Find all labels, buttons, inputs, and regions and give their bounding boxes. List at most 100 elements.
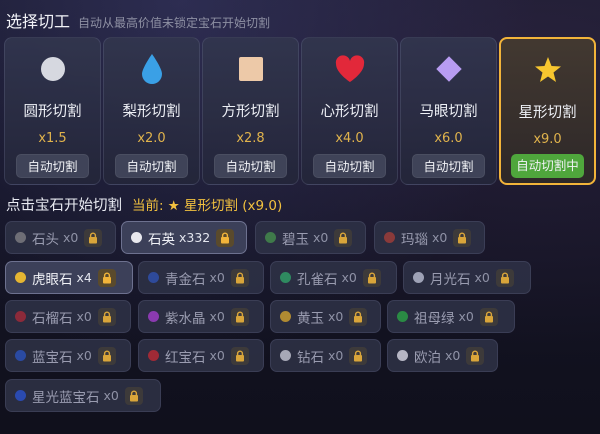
lock-icon[interactable] <box>334 228 353 247</box>
gem-name: 石榴石 <box>32 310 73 327</box>
gem-dot <box>148 311 159 322</box>
cut-card-star[interactable]: 星形切割 x9.0 自动切割中 <box>499 37 596 185</box>
gem-dot <box>15 350 26 361</box>
lock-icon[interactable] <box>349 307 368 326</box>
gem-name: 红宝石 <box>165 349 206 366</box>
diamond-icon <box>401 52 496 86</box>
gem-chip-opal[interactable]: 欧泊 x0 <box>387 339 498 372</box>
auto-cut-button[interactable]: 自动切割 <box>115 154 188 178</box>
gem-name: 虎眼石 <box>32 271 73 288</box>
lock-icon[interactable] <box>230 307 249 326</box>
auto-cut-button[interactable]: 自动切割 <box>214 154 287 178</box>
gem-dot <box>265 232 276 243</box>
cut-card-pear[interactable]: 梨形切割 x2.0 自动切割 <box>103 37 200 185</box>
gem-count: x0 <box>63 230 79 245</box>
gem-chip-jasper[interactable]: 碧玉 x0 <box>255 221 366 254</box>
gem-count: x0 <box>209 348 225 363</box>
gem-dot <box>148 350 159 361</box>
cut-name: 星形切割 <box>518 105 577 121</box>
gem-chip-amethyst[interactable]: 紫水晶 x0 <box>138 300 264 333</box>
lock-icon[interactable] <box>362 268 381 287</box>
gem-chip-quartz[interactable]: 石英 x332 <box>121 221 247 254</box>
lock-icon[interactable] <box>97 268 116 287</box>
gem-dot <box>397 311 408 322</box>
gem-name: 月光石 <box>430 271 471 288</box>
lock-icon[interactable] <box>495 268 514 287</box>
auto-cut-button[interactable]: 自动切割 <box>16 154 89 178</box>
lock-icon[interactable] <box>84 228 103 247</box>
gem-count: x0 <box>328 348 344 363</box>
gem-chip-malachite[interactable]: 孔雀石 x0 <box>270 261 397 294</box>
heart-icon <box>302 52 397 86</box>
cut-name: 梨形切割 <box>122 104 181 120</box>
lock-icon[interactable] <box>453 228 472 247</box>
cut-card-marquise[interactable]: 马眼切割 x6.0 自动切割 <box>400 37 497 185</box>
gem-count: x0 <box>209 270 225 285</box>
gem-dot <box>131 232 142 243</box>
gem-count: x0 <box>209 309 225 324</box>
auto-cut-button[interactable]: 自动切割 <box>313 154 386 178</box>
current-cut-bar: 点击宝石开始切割 当前: ★ 星形切割 (x9.0) <box>6 194 282 215</box>
gem-chip-tigers-eye[interactable]: 虎眼石 x4 <box>5 261 133 294</box>
gem-count: x0 <box>103 388 119 403</box>
gem-chip-ruby[interactable]: 红宝石 x0 <box>138 339 264 372</box>
lock-icon[interactable] <box>97 307 116 326</box>
gem-count: x332 <box>179 230 211 245</box>
gem-dot <box>280 311 291 322</box>
gem-chip-topaz[interactable]: 黄玉 x0 <box>270 300 381 333</box>
gem-count: x0 <box>313 230 329 245</box>
gem-chip-emerald[interactable]: 祖母绿 x0 <box>387 300 515 333</box>
current-label: 当前: <box>132 198 164 214</box>
lock-icon[interactable] <box>230 346 249 365</box>
gem-dot <box>15 311 26 322</box>
gem-count: x0 <box>445 348 461 363</box>
cut-prompt: 点击宝石开始切割 <box>6 198 122 214</box>
cut-multiplier: x4.0 <box>335 131 364 146</box>
gem-chip-sapphire[interactable]: 蓝宝石 x0 <box>5 339 131 372</box>
gem-chip-garnet[interactable]: 石榴石 x0 <box>5 300 131 333</box>
cut-multiplier: x2.8 <box>236 131 265 146</box>
gem-dot <box>280 350 291 361</box>
gem-count: x0 <box>328 309 344 324</box>
gem-count: x0 <box>76 348 92 363</box>
gem-dot <box>384 232 395 243</box>
gem-name: 青金石 <box>165 271 206 288</box>
auto-cut-button[interactable]: 自动切割 <box>412 154 485 178</box>
lock-icon[interactable] <box>479 307 498 326</box>
gem-count: x0 <box>474 270 490 285</box>
drop-icon <box>104 52 199 86</box>
lock-icon[interactable] <box>124 386 143 405</box>
gem-dot <box>413 272 424 283</box>
gem-dot <box>148 272 159 283</box>
cut-card-row: 圆形切割 x1.5 自动切割 梨形切割 x2.0 自动切割 方形切割 x2.8 … <box>4 37 598 185</box>
auto-cutting-button[interactable]: 自动切割中 <box>511 154 584 178</box>
lock-icon[interactable] <box>349 346 368 365</box>
gem-dot <box>15 232 26 243</box>
lock-icon[interactable] <box>230 268 249 287</box>
gem-name: 石头 <box>32 231 59 248</box>
gem-name: 紫水晶 <box>165 310 206 327</box>
gem-name: 祖母绿 <box>414 310 455 327</box>
gem-chip-diamond[interactable]: 钻石 x0 <box>270 339 381 372</box>
gem-name: 玛瑙 <box>401 231 428 248</box>
section-header: 选择切工 自动从最高价值未锁定宝石开始切割 <box>6 8 270 32</box>
gem-chip-stone[interactable]: 石头 x0 <box>5 221 116 254</box>
cut-card-heart[interactable]: 心形切割 x4.0 自动切割 <box>301 37 398 185</box>
gem-name: 星光蓝宝石 <box>32 389 100 406</box>
gem-count: x0 <box>76 309 92 324</box>
cut-card-round[interactable]: 圆形切割 x1.5 自动切割 <box>4 37 101 185</box>
gem-dot <box>15 272 26 283</box>
cut-multiplier: x1.5 <box>38 131 67 146</box>
lock-icon[interactable] <box>216 228 235 247</box>
lock-icon[interactable] <box>97 346 116 365</box>
gem-chip-lapis[interactable]: 青金石 x0 <box>138 261 264 294</box>
cut-card-square[interactable]: 方形切割 x2.8 自动切割 <box>202 37 299 185</box>
gem-chip-star-sapphire[interactable]: 星光蓝宝石 x0 <box>5 379 161 412</box>
cut-multiplier: x2.0 <box>137 131 166 146</box>
gem-chip-agate[interactable]: 玛瑙 x0 <box>374 221 485 254</box>
gem-chip-moonstone[interactable]: 月光石 x0 <box>403 261 531 294</box>
lock-icon[interactable] <box>466 346 485 365</box>
star-icon <box>501 53 594 87</box>
gem-count: x4 <box>76 270 92 285</box>
gem-name: 钻石 <box>297 349 324 366</box>
